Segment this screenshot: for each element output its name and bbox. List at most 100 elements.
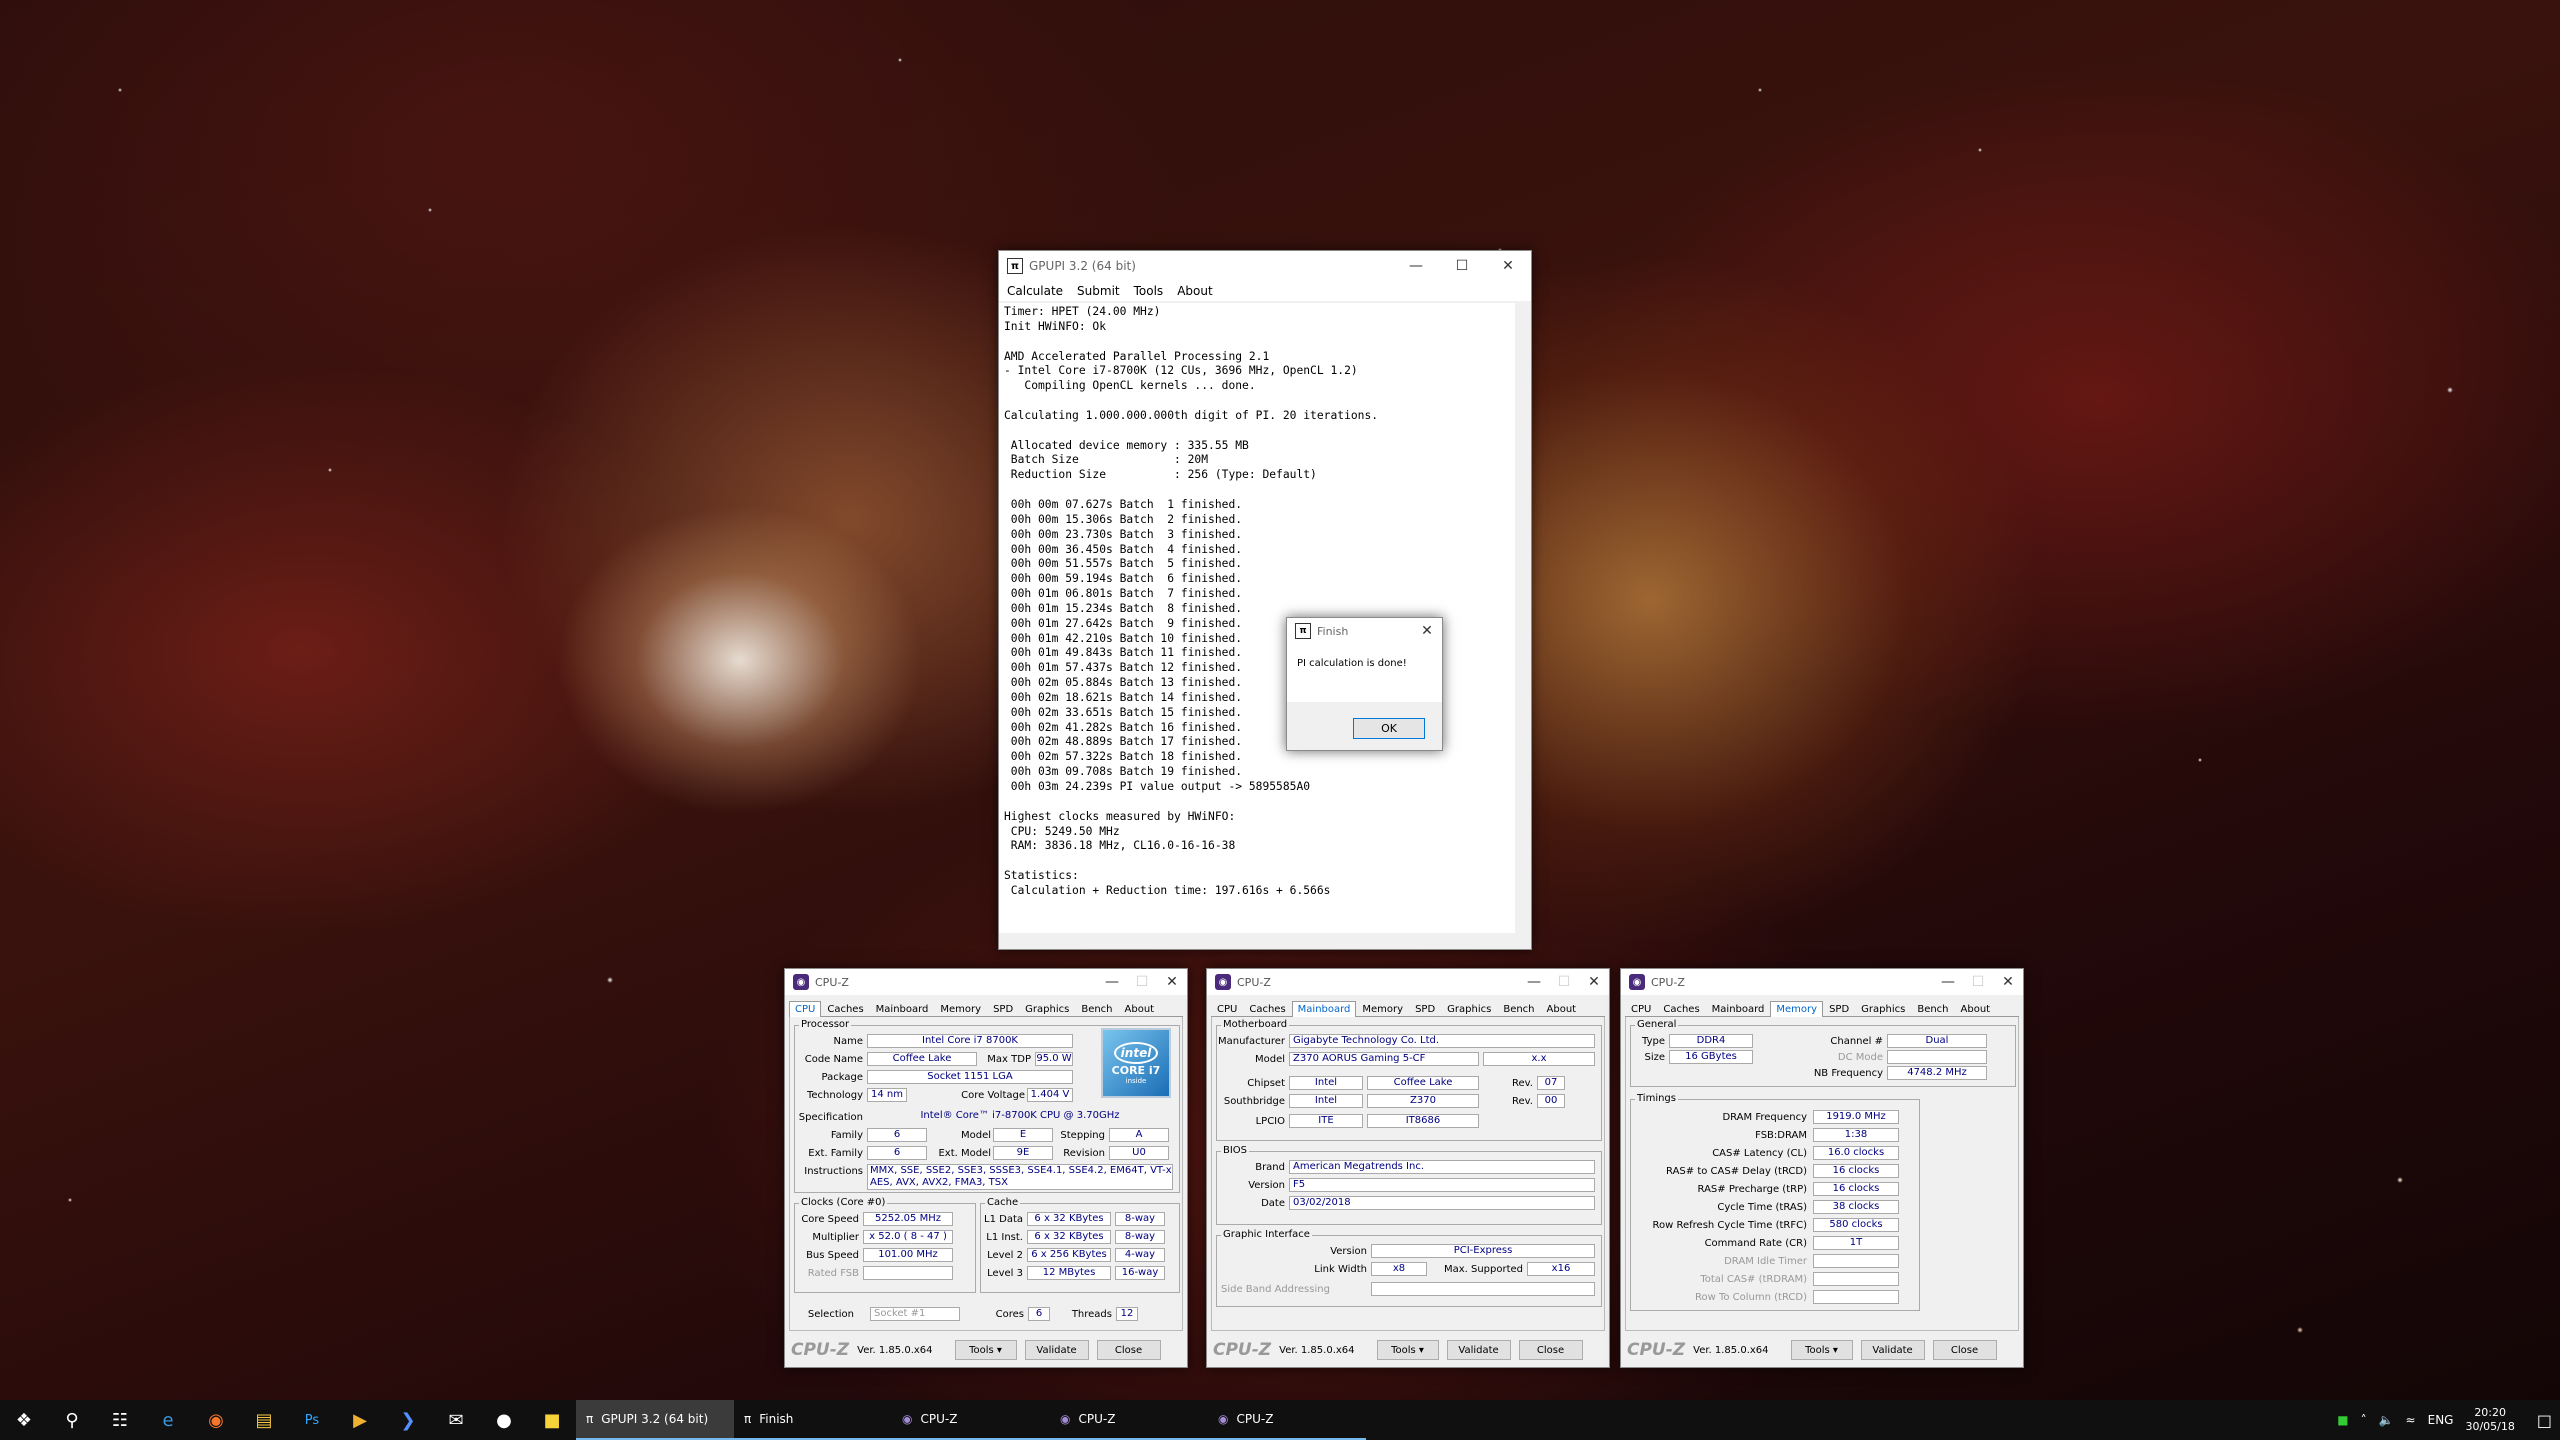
validate-button[interactable]: Validate xyxy=(1024,1340,1089,1360)
tab-about[interactable]: About xyxy=(1119,1001,1161,1016)
sticky-notes-icon[interactable]: ■ xyxy=(528,1400,576,1440)
close-icon[interactable]: ✕ xyxy=(1157,969,1187,995)
task-view-icon[interactable]: ☷ xyxy=(96,1400,144,1440)
l2-label: Level 2 xyxy=(987,1250,1023,1261)
cpuz-titlebar[interactable]: ◉ CPU-Z — ☐ ✕ xyxy=(1207,969,1609,995)
clock[interactable]: 20:20 30/05/18 xyxy=(2465,1406,2514,1434)
taskbar-item-gpupi[interactable]: π GPUPI 3.2 (64 bit) xyxy=(576,1400,734,1440)
windows-start-icon[interactable]: ❖ xyxy=(0,1400,48,1440)
menu-calculate[interactable]: Calculate xyxy=(1007,284,1063,298)
minimize-icon[interactable]: — xyxy=(1097,969,1127,995)
minimize-icon[interactable]: — xyxy=(1393,251,1439,281)
tab-memory[interactable]: Memory xyxy=(1356,1001,1409,1016)
maximize-icon[interactable]: ☐ xyxy=(1439,251,1485,281)
validate-button[interactable]: Validate xyxy=(1446,1340,1511,1360)
notification-icon[interactable]: □ xyxy=(2537,1411,2552,1430)
finish-dialog[interactable]: π Finish ✕ PI calculation is done! OK xyxy=(1286,617,1443,751)
tools-button[interactable]: Tools ▾ xyxy=(954,1340,1017,1360)
taskbar-item-cpuz[interactable]: ◉ CPU-Z xyxy=(892,1400,1050,1440)
taskbar-item-cpuz[interactable]: ◉ CPU-Z xyxy=(1050,1400,1208,1440)
tab-mainboard[interactable]: Mainboard xyxy=(870,1001,935,1016)
tab-cpu[interactable]: CPU xyxy=(1211,1001,1243,1016)
chevron-up-icon[interactable]: ˄ xyxy=(2361,1413,2367,1427)
ok-button[interactable]: OK xyxy=(1353,718,1425,739)
tray-app-icon[interactable]: ■ xyxy=(2337,1413,2348,1427)
intel-logo-brand: intel xyxy=(1114,1041,1158,1064)
photoshop-icon[interactable]: Ps xyxy=(288,1400,336,1440)
model-revision-value: x.x xyxy=(1483,1052,1595,1066)
tab-caches[interactable]: Caches xyxy=(1243,1001,1291,1016)
firefox-icon[interactable]: ◉ xyxy=(192,1400,240,1440)
maximize-icon: ☐ xyxy=(1557,974,1571,990)
chipset-label: Chipset xyxy=(1247,1078,1285,1089)
tab-bench[interactable]: Bench xyxy=(1075,1001,1118,1016)
cpuz-titlebar[interactable]: ◉ CPU-Z — ☐ ✕ xyxy=(1621,969,2023,995)
network-icon[interactable]: ≈ xyxy=(2406,1413,2416,1427)
tab-spd[interactable]: SPD xyxy=(1823,1001,1855,1016)
gpupi-taskbar-icon: π xyxy=(586,1412,594,1426)
tab-graphics[interactable]: Graphics xyxy=(1855,1001,1911,1016)
tab-caches[interactable]: Caches xyxy=(1657,1001,1705,1016)
multiplier-value: x 52.0 ( 8 - 47 ) xyxy=(863,1230,953,1244)
close-icon[interactable]: ✕ xyxy=(1579,969,1609,995)
close-icon[interactable]: ✕ xyxy=(1485,251,1531,281)
minimize-icon[interactable]: — xyxy=(1933,969,1963,995)
mail-icon[interactable]: ✉ xyxy=(432,1400,480,1440)
technology-value: 14 nm xyxy=(867,1088,907,1102)
gpupi-titlebar[interactable]: π GPUPI 3.2 (64 bit) — ☐ ✕ xyxy=(999,251,1531,281)
media-player-icon[interactable]: ▶ xyxy=(336,1400,384,1440)
close-button[interactable]: Close xyxy=(1096,1340,1161,1360)
close-button[interactable]: Close xyxy=(1932,1340,1997,1360)
close-icon[interactable]: ✕ xyxy=(1993,969,2023,995)
tab-graphics[interactable]: Graphics xyxy=(1441,1001,1497,1016)
language-indicator[interactable]: ENG xyxy=(2428,1413,2454,1427)
version-label: Ver. 1.85.0.x64 xyxy=(857,1344,933,1356)
tab-about[interactable]: About xyxy=(1955,1001,1997,1016)
tools-label: Tools xyxy=(969,1344,994,1356)
minimize-icon[interactable]: — xyxy=(1519,969,1549,995)
close-icon[interactable]: ✕ xyxy=(1412,618,1442,644)
tools-button[interactable]: Tools ▾ xyxy=(1790,1340,1853,1360)
tab-bench[interactable]: Bench xyxy=(1911,1001,1954,1016)
tab-mainboard[interactable]: Mainboard xyxy=(1291,1001,1357,1017)
taskbar-item-finish[interactable]: π Finish xyxy=(734,1400,892,1440)
horizontal-scrollbar[interactable] xyxy=(999,933,1515,949)
cpuz-window-memory[interactable]: ◉ CPU-Z — ☐ ✕ CPU Caches Mainboard Memory … xyxy=(1620,968,2024,1368)
cpuz-titlebar[interactable]: ◉ CPU-Z — ☐ ✕ xyxy=(785,969,1187,995)
tab-cpu[interactable]: CPU xyxy=(1625,1001,1657,1016)
validate-button[interactable]: Validate xyxy=(1860,1340,1925,1360)
tab-bench[interactable]: Bench xyxy=(1497,1001,1540,1016)
tab-spd[interactable]: SPD xyxy=(987,1001,1019,1016)
taskbar-item-cpuz[interactable]: ◉ CPU-Z xyxy=(1208,1400,1366,1440)
tab-mainboard[interactable]: Mainboard xyxy=(1706,1001,1771,1016)
cpuz-window-cpu[interactable]: ◉ CPU-Z — ☐ ✕ CPU Caches Mainboard Memory … xyxy=(784,968,1188,1368)
powershell-icon[interactable]: ❯ xyxy=(384,1400,432,1440)
tab-memory[interactable]: Memory xyxy=(1770,1001,1824,1017)
gpupi-window[interactable]: π GPUPI 3.2 (64 bit) — ☐ ✕ Calculate Sub… xyxy=(998,250,1532,950)
tab-about[interactable]: About xyxy=(1541,1001,1583,1016)
type-label: Type xyxy=(1642,1036,1665,1047)
cpuz-window-mainboard[interactable]: ◉ CPU-Z — ☐ ✕ CPU Caches Mainboard Memory … xyxy=(1206,968,1610,1368)
edge-icon[interactable]: e xyxy=(144,1400,192,1440)
vertical-scrollbar[interactable] xyxy=(1515,303,1531,933)
menu-about[interactable]: About xyxy=(1177,284,1212,298)
gi-version-label: Version xyxy=(1330,1246,1367,1257)
selection-dropdown[interactable]: Socket #1 xyxy=(870,1307,960,1321)
tab-memory[interactable]: Memory xyxy=(934,1001,987,1016)
volume-icon[interactable]: 🔈 xyxy=(2379,1413,2394,1427)
cas-latency-label: CAS# Latency (CL) xyxy=(1712,1148,1807,1159)
menu-submit[interactable]: Submit xyxy=(1077,284,1120,298)
close-button[interactable]: Close xyxy=(1518,1340,1583,1360)
tools-button[interactable]: Tools ▾ xyxy=(1376,1340,1439,1360)
file-explorer-icon[interactable]: ▤ xyxy=(240,1400,288,1440)
cpuz-app-icon: ◉ xyxy=(793,974,809,990)
tab-cpu[interactable]: CPU xyxy=(789,1001,822,1017)
tab-caches[interactable]: Caches xyxy=(821,1001,869,1016)
search-icon[interactable]: ⚲ xyxy=(48,1400,96,1440)
tab-spd[interactable]: SPD xyxy=(1409,1001,1441,1016)
steam-icon[interactable]: ● xyxy=(480,1400,528,1440)
tab-graphics[interactable]: Graphics xyxy=(1019,1001,1075,1016)
finish-titlebar[interactable]: π Finish ✕ xyxy=(1287,618,1442,644)
gpupi-taskbar-icon: π xyxy=(744,1412,752,1426)
menu-tools[interactable]: Tools xyxy=(1134,284,1164,298)
